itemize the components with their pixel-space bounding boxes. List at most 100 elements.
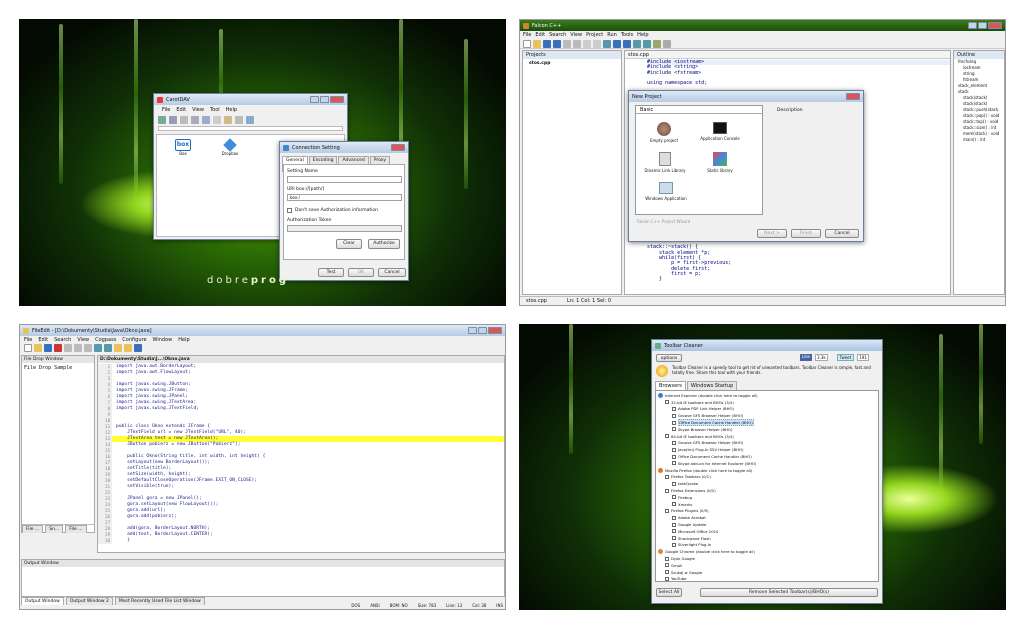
tree-item[interactable]: Szukaj w Google [657, 569, 877, 576]
toolbar-icon[interactable] [246, 115, 254, 124]
checkbox[interactable] [672, 413, 676, 418]
bookmark-icon[interactable] [134, 344, 142, 352]
like-button[interactable]: Like [800, 354, 812, 361]
menu-view[interactable]: View [570, 32, 582, 38]
checkbox[interactable] [665, 570, 669, 575]
tree-item[interactable]: Groove GFS Browser Helper (BHO) [657, 440, 877, 447]
cut-icon[interactable] [64, 344, 72, 352]
close-button[interactable] [988, 22, 1002, 29]
toolbar-icon[interactable] [169, 115, 177, 124]
find-icon[interactable] [603, 40, 611, 48]
tab-output-window[interactable]: Output Window [21, 597, 64, 605]
checkbox[interactable] [672, 440, 676, 445]
menu-search[interactable]: Search [549, 32, 566, 38]
menu-view[interactable]: View [77, 337, 89, 343]
tree-item[interactable]: Firefox Extensions (0/2) [657, 487, 877, 494]
undo-icon[interactable] [583, 40, 591, 48]
left-tab[interactable]: File ... [22, 525, 44, 533]
options-button[interactable]: options [656, 354, 682, 362]
close-file-icon[interactable] [54, 344, 62, 352]
tree-item[interactable]: Skype add-on for Internet Explorer (BHO) [657, 460, 877, 467]
menu-help[interactable]: Help [637, 32, 648, 38]
checkbox[interactable] [672, 427, 676, 432]
redo-icon[interactable] [593, 40, 601, 48]
next-button[interactable]: Next > [757, 229, 787, 238]
tab-encoding[interactable]: Encoding [308, 156, 338, 164]
tree-item[interactable]: Firefox Plugins (0/5) [657, 508, 877, 515]
menu-tool[interactable]: Tool [210, 107, 220, 113]
menu-project[interactable]: Project [586, 32, 603, 38]
clear-button[interactable]: Clear [336, 239, 362, 249]
connection-dropbox[interactable]: Dropbox [215, 138, 245, 156]
tree-item[interactable]: Xmarks [657, 501, 877, 508]
checkbox[interactable] [665, 400, 669, 405]
menu-file[interactable]: File [24, 337, 32, 343]
menu-file[interactable]: File [162, 107, 170, 113]
cut-icon[interactable] [563, 40, 571, 48]
token-input[interactable] [287, 225, 402, 232]
close-button[interactable] [846, 93, 860, 100]
step-into-icon[interactable] [643, 40, 651, 48]
menu-search[interactable]: Search [54, 337, 71, 343]
close-button[interactable] [488, 327, 502, 334]
step-icon[interactable] [633, 40, 641, 48]
debug-icon[interactable] [623, 40, 631, 48]
outline-item[interactable]: main() : int [954, 137, 1004, 143]
setting-name-input[interactable] [287, 176, 402, 183]
menu-view[interactable]: View [192, 107, 204, 113]
find-icon[interactable] [114, 344, 122, 352]
toolbar-icon[interactable] [213, 115, 221, 124]
dont-save-checkbox[interactable] [287, 208, 292, 213]
checkbox[interactable] [672, 447, 676, 452]
tweet-button[interactable]: Tweet [836, 354, 855, 361]
toolbar-icon[interactable] [158, 115, 166, 124]
checkbox[interactable] [672, 529, 676, 534]
menu-window[interactable]: Window [153, 337, 173, 343]
tab-general[interactable]: General [282, 156, 308, 164]
remove-selected-button[interactable]: Remove Selected Toolbar(s)/BHO(s) [700, 588, 878, 597]
save-icon[interactable] [543, 40, 551, 48]
save-icon[interactable] [44, 344, 52, 352]
left-tab[interactable]: File ... [65, 525, 87, 533]
menu-file[interactable]: File [523, 32, 531, 38]
find-next-icon[interactable] [124, 344, 132, 352]
menu-edit[interactable]: Edit [176, 107, 186, 113]
toolbar-icon[interactable] [235, 115, 243, 124]
finish-button[interactable]: Finish [791, 229, 821, 238]
tree-item[interactable]: Adobe PDF Link Helper (BHO) [657, 406, 877, 413]
tab-mru-list[interactable]: Most Recently Used File List Window [114, 597, 205, 605]
tree-item[interactable]: Silverlight Plug-In [657, 542, 877, 549]
select-all-button[interactable]: Select All [656, 588, 682, 597]
run-icon[interactable] [613, 40, 621, 48]
template-dll[interactable]: Dinamic Link Library [640, 152, 690, 173]
projects-tab[interactable]: Projects [523, 51, 621, 59]
open-folder-icon[interactable] [533, 40, 541, 48]
cancel-button[interactable]: Cancel [378, 268, 406, 277]
menu-configure[interactable]: Configure [122, 337, 146, 343]
template-static-library[interactable]: Static library [698, 152, 742, 173]
tree-item[interactable]: Mozilla Firefox (double click here to to… [657, 467, 877, 474]
tab-proxy[interactable]: Proxy [369, 156, 391, 164]
checkbox[interactable] [665, 508, 669, 513]
tree-item[interactable]: Google Chrome (double click here to togg… [657, 548, 877, 555]
minimize-button[interactable] [968, 22, 977, 29]
open-folder-icon[interactable] [34, 344, 42, 352]
template-console[interactable]: Application Console [696, 122, 744, 141]
minimize-button[interactable] [468, 327, 477, 334]
tab-output-window-2[interactable]: Output Window 2 [65, 597, 113, 605]
tree-item[interactable]: taskQuake [657, 480, 877, 487]
template-windows-app[interactable]: Windows Application [640, 182, 692, 201]
build-icon[interactable] [653, 40, 661, 48]
tree-item[interactable]: Google Update [657, 521, 877, 528]
maximize-button[interactable] [320, 96, 329, 103]
tree-item[interactable]: Firebug [657, 494, 877, 501]
checkbox[interactable] [665, 556, 669, 561]
checkbox[interactable] [672, 481, 676, 486]
menu-edit[interactable]: Edit [38, 337, 48, 343]
tree-item[interactable]: Firefox Toolbars (0/1) [657, 474, 877, 481]
checkbox[interactable] [672, 502, 676, 507]
checkbox[interactable] [665, 576, 669, 581]
test-button[interactable]: Test [318, 268, 344, 277]
tree-item[interactable]: Skype Browser Helper (BHO) [657, 426, 877, 433]
cancel-button[interactable]: Cancel [825, 229, 859, 238]
